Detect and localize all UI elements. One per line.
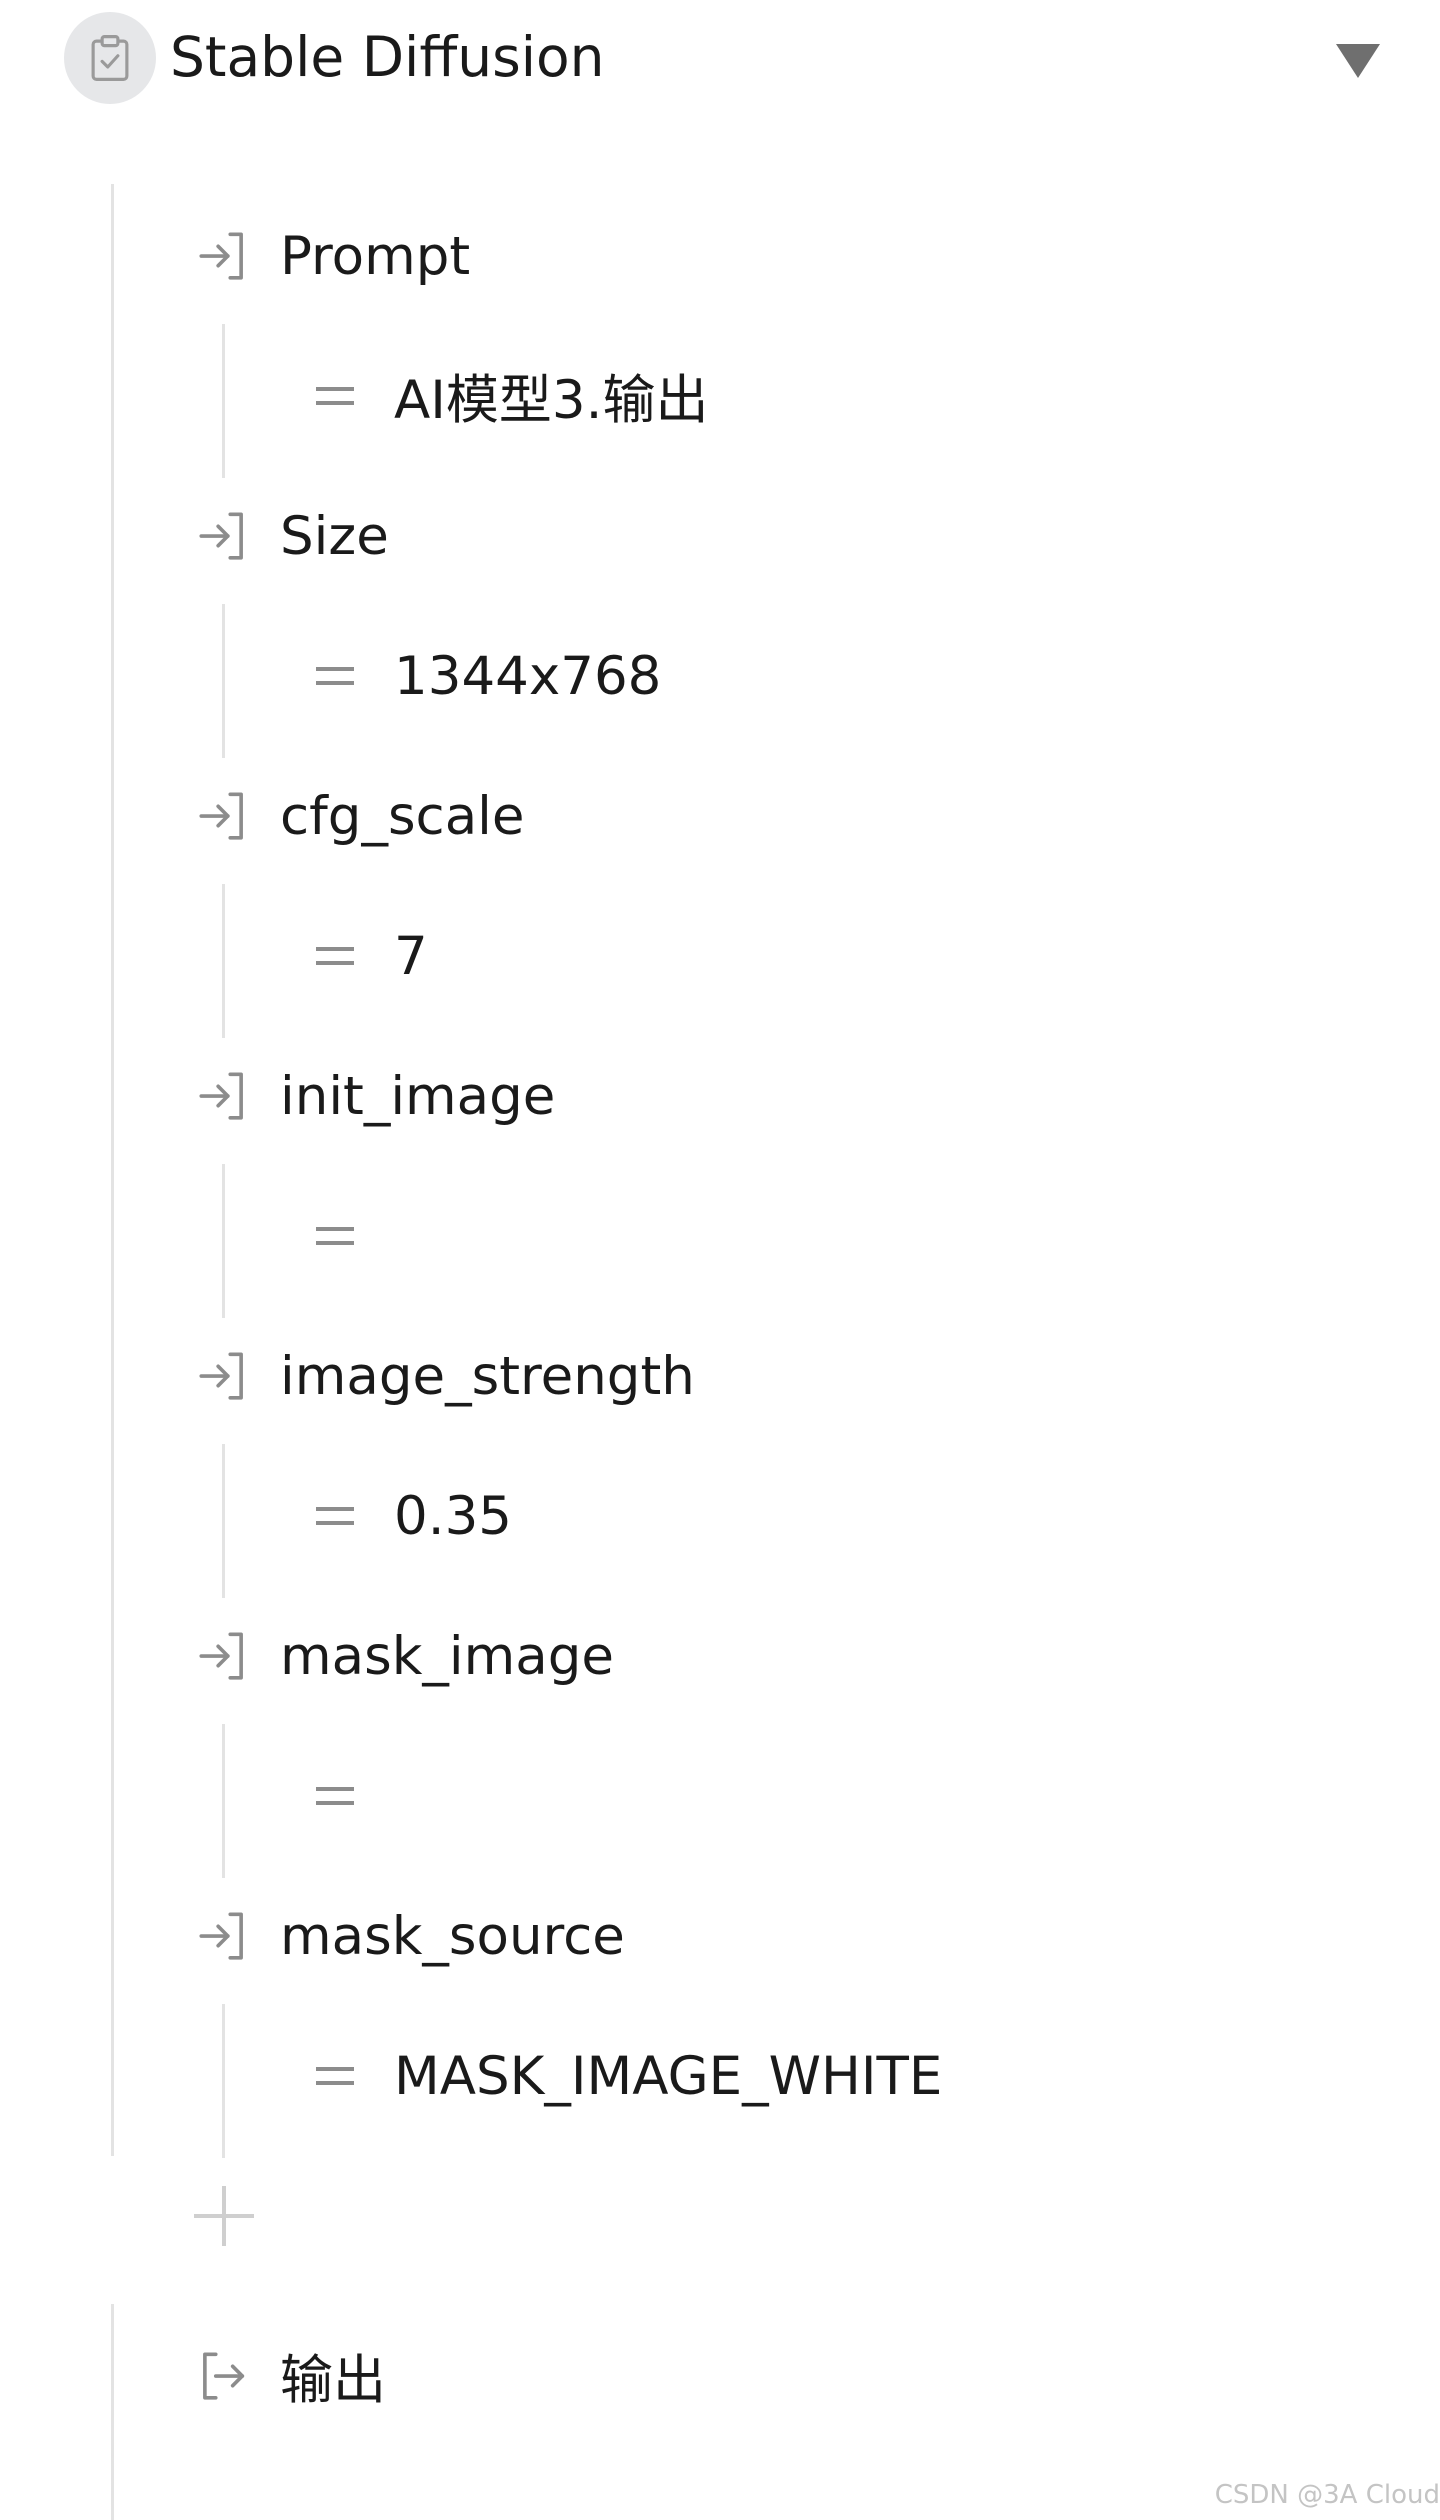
param-tree-line [222,1164,225,1318]
param-init-image[interactable]: init_image [194,1056,555,1136]
param-image-strength[interactable]: image_strength [194,1336,695,1416]
param-label: cfg_scale [280,785,525,847]
param-label: mask_source [280,1905,625,1967]
param-value-init-image[interactable] [314,1196,394,1276]
param-value-image-strength[interactable]: 0.35 [314,1476,512,1556]
tree-line-inputs [111,184,114,2156]
input-arrow-icon [199,1632,243,1680]
param-label: init_image [280,1065,556,1127]
param-value: 1344x768 [394,645,662,707]
param-prompt[interactable]: Prompt [194,216,470,296]
plus-icon [194,2186,254,2246]
input-arrow-icon [199,1352,243,1400]
collapse-toggle-button[interactable] [1332,38,1384,82]
param-value-mask-source[interactable]: MASK_IMAGE_WHITE [314,2036,942,2116]
output-arrow-icon [203,2352,245,2400]
param-tree-line [222,1724,225,1878]
param-mask-source[interactable]: mask_source [194,1896,625,1976]
param-value: AI模型3.输出 [394,370,709,431]
param-size[interactable]: Size [194,496,389,576]
node-header: Stable Diffusion [64,8,1384,104]
param-label: mask_image [280,1625,614,1687]
input-arrow-icon [199,792,243,840]
param-value: 7 [394,925,428,987]
param-label: Prompt [280,225,471,287]
equals-icon [316,387,354,405]
watermark: CSDN @3A Cloud [1214,2480,1440,2510]
param-label: image_strength [280,1345,695,1407]
param-value-prompt[interactable]: AI模型3.输出 [314,356,708,436]
param-value-mask-image[interactable] [314,1756,394,1836]
param-tree-line [222,324,225,478]
param-value-cfg-scale[interactable]: 7 [314,916,428,996]
param-tree-line [222,1444,225,1598]
param-tree-line [222,2004,225,2158]
output-label: 输出 [280,2350,386,2411]
equals-icon [316,1787,354,1805]
input-arrow-icon [199,512,243,560]
clipboard-check-icon [91,35,129,81]
node-title: Stable Diffusion [170,25,605,89]
param-cfg-scale[interactable]: cfg_scale [194,776,525,856]
param-mask-image[interactable]: mask_image [194,1616,614,1696]
param-label: Size [280,505,389,567]
param-value: MASK_IMAGE_WHITE [394,2045,943,2107]
equals-icon [316,667,354,685]
triangle-down-icon [1336,44,1380,78]
param-value: 0.35 [394,1485,513,1547]
output-row[interactable]: 输出 [194,2336,386,2416]
equals-icon [316,1227,354,1245]
equals-icon [316,947,354,965]
input-arrow-icon [199,1072,243,1120]
input-arrow-icon [199,232,243,280]
equals-icon [316,1507,354,1525]
equals-icon [316,2067,354,2085]
param-value-size[interactable]: 1344x768 [314,636,661,716]
param-tree-line [222,884,225,1038]
node-icon [64,12,156,104]
add-param-button[interactable] [192,2184,256,2248]
tree-line-output [111,2304,114,2520]
param-tree-line [222,604,225,758]
input-arrow-icon [199,1912,243,1960]
